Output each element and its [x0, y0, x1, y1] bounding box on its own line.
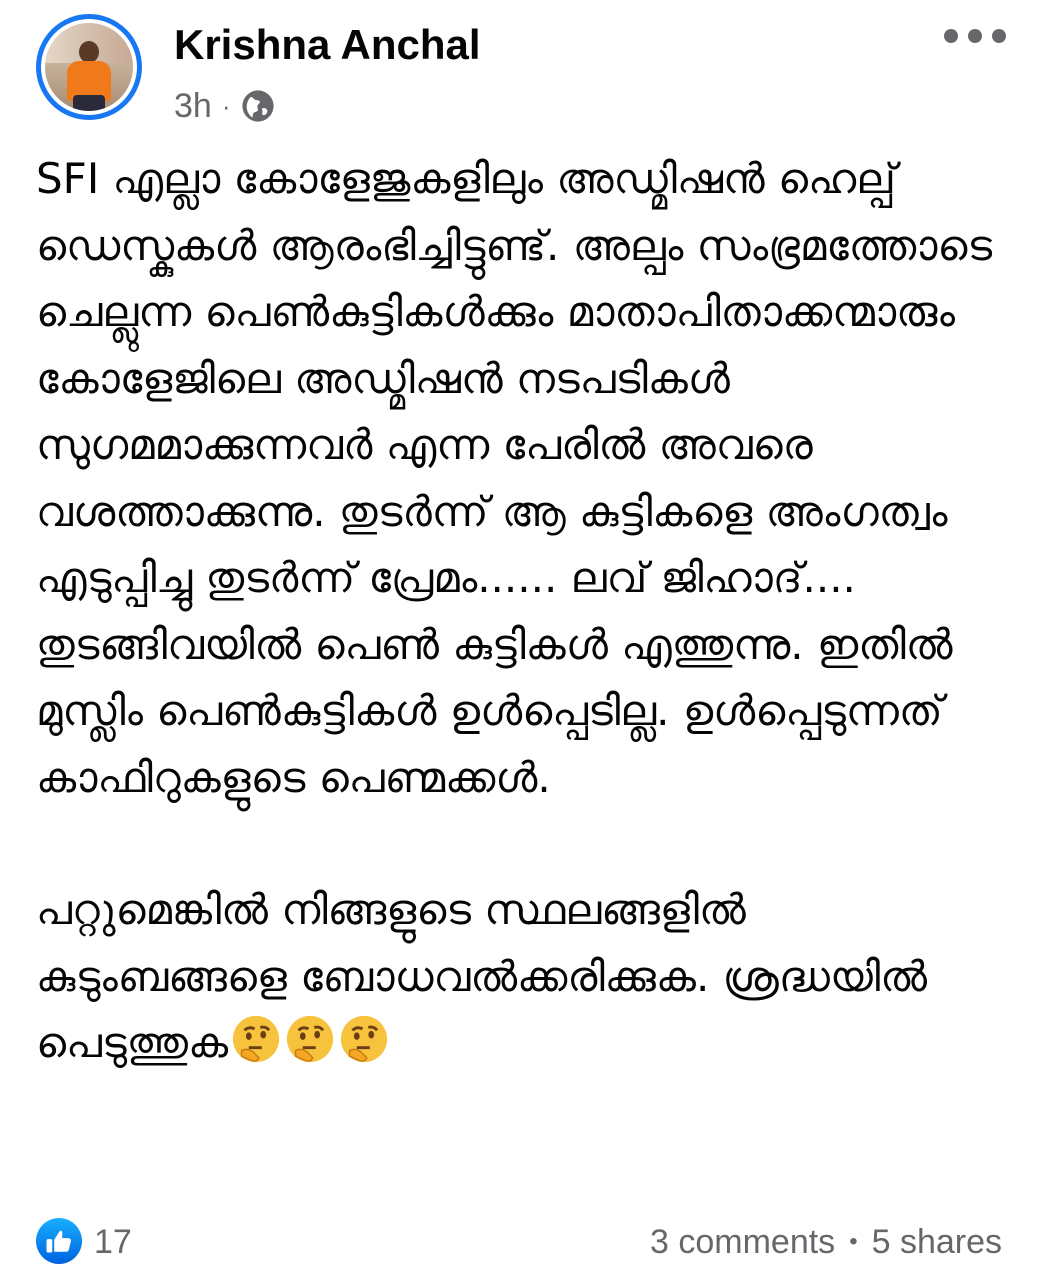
avatar[interactable]: [36, 14, 142, 120]
post-paragraph-2-text: പറ്റുമെങ്കിൽ നിങ്ങളുടെ സ്ഥലങ്ങളിൽ കുടുംബ…: [36, 885, 928, 1067]
post-header: Krishna Anchal 3h ·: [36, 14, 1006, 125]
post-time[interactable]: 3h: [174, 87, 212, 126]
thinking-face-icon: [340, 1015, 388, 1063]
engagement-stats: 3 comments • 5 shares: [650, 1220, 1002, 1264]
post-paragraph-2: പറ്റുമെങ്കിൽ നിങ്ങളുടെ സ്ഥലങ്ങളിൽ കുടുംബ…: [36, 877, 996, 1077]
stats-separator: •: [849, 1228, 858, 1255]
shares-count[interactable]: 5 shares: [872, 1220, 1002, 1264]
profile-photo: [45, 23, 133, 111]
post-footer: 17 3 comments • 5 shares: [36, 1214, 1002, 1270]
comments-count[interactable]: 3 comments: [650, 1220, 835, 1264]
reaction-count[interactable]: 17: [94, 1220, 132, 1264]
thinking-face-icon: [286, 1015, 334, 1063]
post-paragraph-1: SFI എല്ലാ കോളേജുകളിലും അഡ്മിഷൻ ഹെല്പ് ഡെ…: [36, 154, 993, 802]
meta-separator: ·: [221, 90, 231, 121]
facebook-post: Krishna Anchal 3h · SFI എല്ലാ കോളേജുകളില…: [0, 0, 1038, 1280]
author-name[interactable]: Krishna Anchal: [174, 20, 481, 70]
post-meta: 3h ·: [174, 82, 275, 130]
more-options-button[interactable]: [944, 16, 1006, 56]
thinking-face-icon: [232, 1015, 280, 1063]
more-options-icon: [944, 29, 958, 43]
like-thumb-icon[interactable]: [36, 1218, 82, 1264]
globe-icon[interactable]: [241, 89, 275, 123]
post-body: SFI എല്ലാ കോളേജുകളിലും അഡ്മിഷൻ ഹെല്പ് ഡെ…: [36, 146, 996, 1077]
